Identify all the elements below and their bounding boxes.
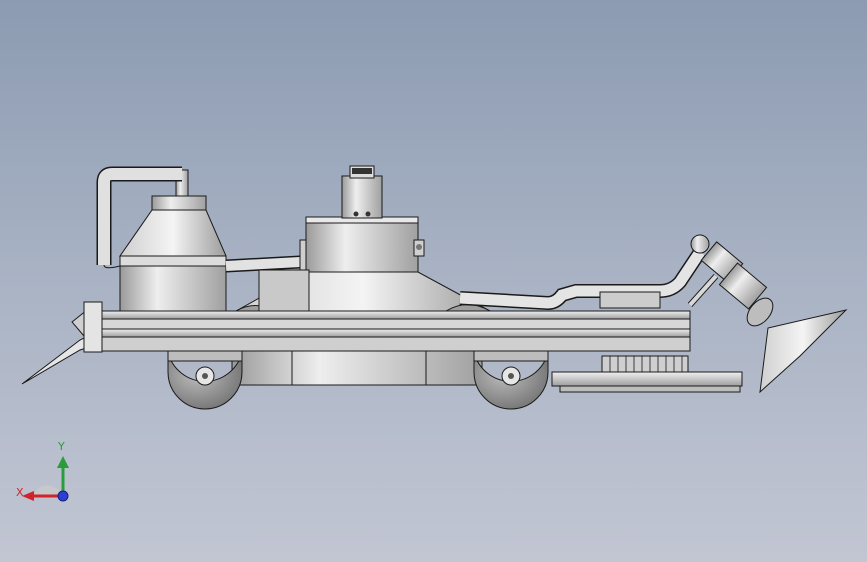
machine-model[interactable] (0, 0, 867, 562)
discharge-pipe (459, 248, 706, 311)
suction-nozzle (687, 234, 848, 394)
cyclone-separator (119, 169, 227, 312)
triad-graphic (22, 456, 69, 502)
connector-pipe (225, 239, 309, 273)
wheel-rear (473, 350, 549, 410)
coordinate-triad: X Y (10, 436, 90, 516)
brush-gear-assembly (551, 355, 743, 393)
y-axis-label: Y (58, 440, 65, 453)
blower-motor (341, 165, 383, 219)
x-axis-label: X (16, 486, 24, 499)
underbody-tank (231, 350, 483, 386)
cad-viewport[interactable]: X Y (0, 0, 867, 562)
